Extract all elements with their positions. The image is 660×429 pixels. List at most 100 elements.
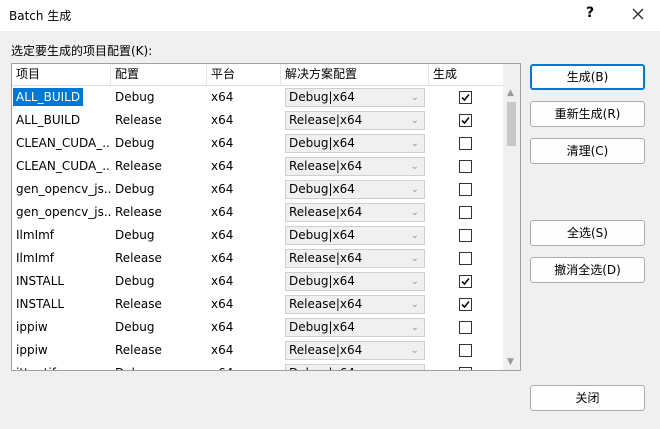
select-all-button[interactable]: 全选(S) [530,220,645,246]
solution-config-dropdown[interactable]: Debug|x64 ⌄ [285,88,425,107]
header-config[interactable]: 配置 [111,64,207,85]
checkmark-icon [461,116,470,125]
build-checkbox[interactable] [459,275,472,288]
build-checkbox[interactable] [459,137,472,150]
platform-cell: x64 [211,182,234,196]
table-row[interactable]: IlmImf Debug x64 Debug|x64 ⌄ [12,224,503,247]
config-cell: Release [115,205,162,219]
project-cell[interactable]: ittnotify [12,362,111,370]
build-checkbox[interactable] [459,160,472,173]
dropdown-value: Debug|x64 [289,274,355,288]
table-row[interactable]: CLEAN_CUDA_... Debug x64 Debug|x64 ⌄ [12,132,503,155]
table-row[interactable]: INSTALL Release x64 Release|x64 ⌄ [12,293,503,316]
vertical-scrollbar[interactable]: ▲ ▼ [503,64,520,370]
build-checkbox[interactable] [459,183,472,196]
config-cell: Debug [115,90,155,104]
project-cell[interactable]: ALL_BUILD [12,109,111,132]
dropdown-value: Release|x64 [289,159,363,173]
solution-config-dropdown[interactable]: Debug|x64 ⌄ [285,180,425,199]
close-button[interactable]: 关闭 [530,385,645,411]
project-cell[interactable]: IlmImf [12,224,111,247]
header-platform[interactable]: 平台 [207,64,281,85]
clean-button[interactable]: 清理(C) [530,138,645,164]
solution-config-dropdown[interactable]: Debug|x64 ⌄ [285,226,425,245]
platform-cell: x64 [211,113,234,127]
table-row[interactable]: IlmImf Release x64 Release|x64 ⌄ [12,247,503,270]
table-row[interactable]: ALL_BUILD Release x64 Release|x64 ⌄ [12,109,503,132]
project-cell[interactable]: gen_opencv_js... [12,178,111,201]
build-checkbox[interactable] [459,367,472,370]
platform-cell: x64 [207,362,281,370]
build-button[interactable]: 生成(B) [530,64,645,90]
project-cell[interactable]: CLEAN_CUDA_... [12,155,111,178]
config-cell: Debug [115,182,155,196]
dropdown-value: Debug|x64 [289,366,355,370]
table-row[interactable]: gen_opencv_js... Debug x64 Debug|x64 ⌄ [12,178,503,201]
table-row[interactable]: gen_opencv_js... Release x64 Release|x64 ⌄ [12,201,503,224]
table-row[interactable]: ippiw Debug x64 Debug|x64 ⌄ [12,316,503,339]
build-checkbox[interactable] [459,321,472,334]
checkmark-icon [461,277,470,286]
scroll-thumb[interactable] [507,102,516,146]
project-cell[interactable]: INSTALL [12,293,111,316]
chevron-down-icon: ⌄ [410,253,419,264]
dropdown-value: Debug|x64 [289,182,355,196]
build-checkbox[interactable] [459,298,472,311]
deselect-all-button[interactable]: 撤消全选(D) [530,257,645,283]
platform-cell: x64 [211,228,234,242]
solution-config-dropdown[interactable]: Debug|x64 ⌄ [285,364,425,370]
table-row[interactable]: ittnotifyDebugx64 Debug|x64 ⌄ [12,362,503,370]
checkmark-icon [461,93,470,102]
build-checkbox[interactable] [459,229,472,242]
platform-cell: x64 [211,136,234,150]
project-cell[interactable]: IlmImf [12,247,111,270]
solution-config-dropdown[interactable]: Release|x64 ⌄ [285,341,425,360]
project-config-grid[interactable]: 项目 配置 平台 解决方案配置 生成 ALL_BUILD Debug x64 Debu… [11,63,521,371]
project-cell[interactable]: ALL_BUILD [12,86,111,109]
scroll-up-icon[interactable]: ▲ [507,88,514,98]
rebuild-button[interactable]: 重新生成(R) [530,101,645,127]
project-cell[interactable]: ippiw [12,316,111,339]
dropdown-value: Release|x64 [289,343,363,357]
chevron-down-icon: ⌄ [410,92,419,103]
chevron-down-icon: ⌄ [410,115,419,126]
dropdown-value: Release|x64 [289,297,363,311]
dropdown-value: Debug|x64 [289,228,355,242]
header-project[interactable]: 项目 [12,64,111,85]
table-row[interactable]: INSTALL Debug x64 Debug|x64 ⌄ [12,270,503,293]
solution-config-dropdown[interactable]: Debug|x64 ⌄ [285,272,425,291]
config-cell: Release [115,343,162,357]
table-row[interactable]: CLEAN_CUDA_... Release x64 Release|x64 ⌄ [12,155,503,178]
chevron-down-icon: ⌄ [411,365,419,370]
header-build[interactable]: 生成 [429,64,503,85]
header-solution-config[interactable]: 解决方案配置 [281,64,429,85]
build-checkbox[interactable] [459,206,472,219]
project-cell[interactable]: INSTALL [12,270,111,293]
table-row[interactable]: ALL_BUILD Debug x64 Debug|x64 ⌄ [12,86,503,109]
build-checkbox[interactable] [459,344,472,357]
help-button[interactable]: ? [586,5,594,21]
scroll-down-icon[interactable]: ▼ [507,357,514,367]
solution-config-dropdown[interactable]: Debug|x64 ⌄ [285,318,425,337]
project-cell[interactable]: CLEAN_CUDA_... [12,132,111,155]
build-checkbox[interactable] [459,114,472,127]
config-cell: Debug [115,228,155,242]
build-checkbox[interactable] [459,91,472,104]
table-row[interactable]: ippiw Release x64 Release|x64 ⌄ [12,339,503,362]
project-cell[interactable]: ippiw [12,339,111,362]
solution-config-dropdown[interactable]: Release|x64 ⌄ [285,157,425,176]
solution-config-dropdown[interactable]: Release|x64 ⌄ [285,295,425,314]
project-cell[interactable]: gen_opencv_js... [12,201,111,224]
solution-config-dropdown[interactable]: Release|x64 ⌄ [285,111,425,130]
config-cell: Release [115,297,162,311]
build-checkbox[interactable] [459,252,472,265]
platform-cell: x64 [211,90,234,104]
solution-config-dropdown[interactable]: Debug|x64 ⌄ [285,134,425,153]
solution-config-dropdown[interactable]: Release|x64 ⌄ [285,249,425,268]
checkmark-icon [461,300,470,309]
chevron-down-icon: ⌄ [410,230,419,241]
close-window-button[interactable] [626,2,650,26]
solution-config-dropdown[interactable]: Release|x64 ⌄ [285,203,425,222]
dropdown-value: Debug|x64 [289,136,355,150]
config-cell: Debug [111,362,207,370]
